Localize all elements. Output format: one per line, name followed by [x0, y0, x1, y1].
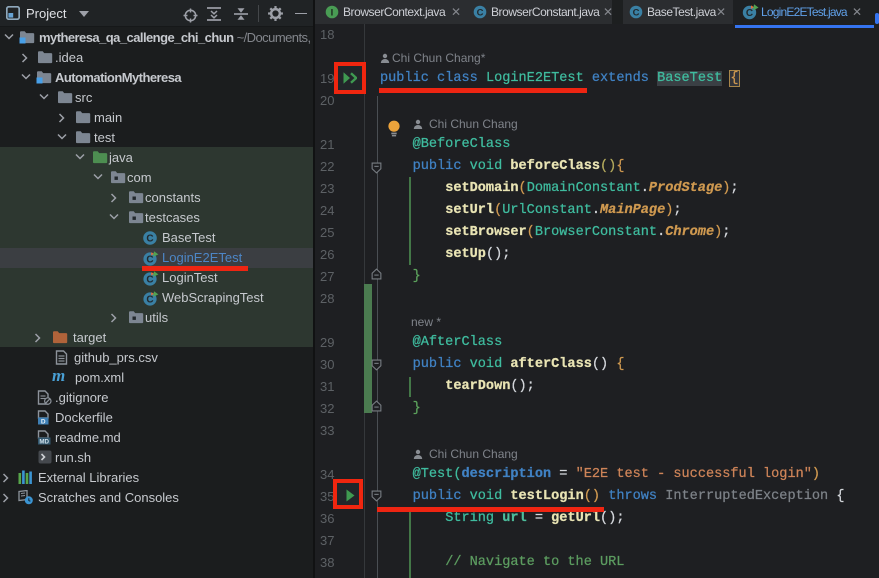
svg-text:C: C: [146, 233, 153, 244]
svg-text:I: I: [331, 7, 334, 18]
svg-text:C: C: [146, 274, 153, 285]
svg-text:C: C: [146, 294, 153, 305]
svg-text:MD: MD: [39, 438, 49, 445]
svg-text:C: C: [477, 7, 484, 18]
svg-text:C: C: [146, 254, 153, 265]
svg-text:C: C: [633, 7, 640, 18]
svg-text:C: C: [746, 8, 753, 19]
svg-text:D: D: [41, 418, 46, 425]
